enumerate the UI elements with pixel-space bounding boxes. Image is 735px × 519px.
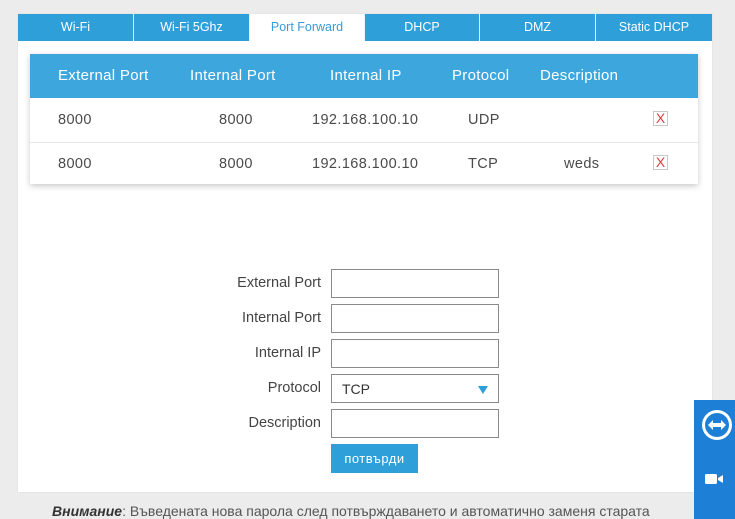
external-port-label: External Port bbox=[237, 275, 321, 291]
internal-ip-field[interactable] bbox=[331, 339, 499, 368]
external-port-field[interactable] bbox=[331, 269, 499, 298]
video-camera-icon[interactable] bbox=[704, 472, 724, 491]
cell-external-port: 8000 bbox=[58, 156, 92, 172]
internal-ip-label: Internal IP bbox=[254, 345, 321, 361]
internal-port-label: Internal Port bbox=[242, 310, 321, 326]
cell-internal-ip: 192.168.100.10 bbox=[312, 156, 419, 172]
teamviewer-widget[interactable] bbox=[694, 400, 735, 519]
delete-rule-button[interactable]: X bbox=[653, 111, 668, 126]
tab-static-dhcp[interactable]: Static DHCP bbox=[596, 14, 712, 41]
port-forward-table: External Port Internal Port Internal IP … bbox=[30, 54, 698, 184]
table-row: 8000 8000 192.168.100.10 UDP X bbox=[30, 98, 698, 143]
warning-note: Внимание: Въведената нова парола след по… bbox=[52, 503, 650, 519]
tab-wifi-5ghz[interactable]: Wi-Fi 5Ghz bbox=[134, 14, 250, 41]
warning-note-text: : Въведената нова парола след потвърждав… bbox=[122, 503, 650, 519]
header-internal-ip: Internal IP bbox=[330, 67, 402, 84]
tab-dhcp[interactable]: DHCP bbox=[365, 14, 480, 41]
table-row: 8000 8000 192.168.100.10 TCP weds X bbox=[30, 142, 698, 186]
internal-port-field[interactable] bbox=[331, 304, 499, 333]
cell-description: weds bbox=[564, 156, 600, 172]
header-internal-port: Internal Port bbox=[190, 67, 276, 84]
protocol-label: Protocol bbox=[267, 380, 321, 396]
tab-wifi[interactable]: Wi-Fi bbox=[18, 14, 134, 41]
submit-button[interactable]: потвърди bbox=[331, 444, 418, 473]
tab-dmz[interactable]: DMZ bbox=[480, 14, 596, 41]
tab-port-forward[interactable]: Port Forward bbox=[250, 14, 365, 41]
cell-internal-ip: 192.168.100.10 bbox=[312, 112, 419, 128]
cell-protocol: UDP bbox=[468, 112, 500, 128]
close-x-icon: X bbox=[655, 110, 666, 126]
table-header: External Port Internal Port Internal IP … bbox=[30, 54, 698, 98]
description-field[interactable] bbox=[331, 409, 499, 438]
cell-internal-port: 8000 bbox=[219, 156, 253, 172]
header-description: Description bbox=[540, 67, 619, 84]
teamviewer-arrows-icon[interactable] bbox=[702, 410, 732, 440]
triangle-down-icon bbox=[478, 386, 488, 394]
cell-external-port: 8000 bbox=[58, 112, 92, 128]
header-external-port: External Port bbox=[58, 67, 149, 84]
tab-bar: Wi-Fi Wi-Fi 5Ghz Port Forward DHCP DMZ S… bbox=[18, 14, 712, 41]
warning-note-label: Внимание bbox=[52, 503, 123, 519]
protocol-select[interactable]: TCP bbox=[331, 374, 499, 403]
cell-protocol: TCP bbox=[468, 156, 499, 172]
protocol-selected-value: TCP bbox=[342, 381, 370, 397]
header-protocol: Protocol bbox=[452, 67, 510, 84]
description-label: Description bbox=[248, 415, 321, 431]
cell-internal-port: 8000 bbox=[219, 112, 253, 128]
close-x-icon: X bbox=[655, 154, 666, 170]
delete-rule-button[interactable]: X bbox=[653, 155, 668, 170]
